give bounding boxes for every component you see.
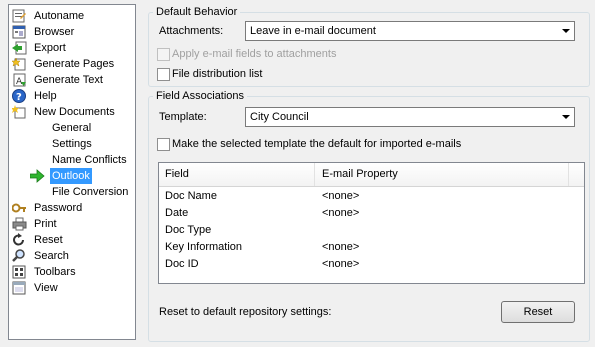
- generate-text-icon: A: [12, 73, 27, 87]
- table-cell-field: Doc Type: [165, 224, 212, 236]
- autoname-icon: [12, 9, 27, 23]
- attachments-dropdown[interactable]: Leave in e-mail document: [245, 21, 575, 41]
- tree-item-label: General: [52, 122, 92, 134]
- tree-item-label: Browser: [34, 26, 75, 38]
- table-cell-property: <none>: [322, 241, 360, 253]
- tree-item-label: Outlook: [50, 168, 92, 184]
- export-icon: [12, 41, 27, 55]
- print-icon: [12, 217, 27, 231]
- tree-item-label: Generate Pages: [34, 58, 115, 70]
- apply-fields-checkbox[interactable]: [157, 48, 170, 61]
- column-header-field[interactable]: Field: [165, 163, 189, 186]
- table-row[interactable]: Doc Name <none>: [159, 188, 584, 205]
- tree-item-label: Search: [34, 250, 69, 262]
- field-associations-title: Field Associations: [153, 89, 248, 103]
- make-default-checkbox[interactable]: [157, 138, 170, 151]
- tree-item-label: Reset: [34, 234, 63, 246]
- table-cell-field: Doc Name: [165, 190, 217, 202]
- tree-item-label: New Documents: [34, 106, 115, 118]
- column-divider[interactable]: [314, 163, 315, 186]
- browser-icon: [12, 25, 27, 39]
- toolbars-icon: [12, 265, 27, 279]
- tree-item-label: Print: [34, 218, 57, 230]
- view-icon: [12, 281, 27, 295]
- column-divider[interactable]: [568, 163, 569, 186]
- field-property-table[interactable]: Field E-mail Property Doc Name <none> Da…: [158, 162, 585, 284]
- reset-button[interactable]: Reset: [501, 301, 575, 323]
- table-cell-field: Key Information: [165, 241, 243, 253]
- tree-item-label: Generate Text: [34, 74, 103, 86]
- attachments-dropdown-value: Leave in e-mail document: [250, 25, 376, 37]
- make-default-label: Make the selected template the default f…: [172, 138, 462, 150]
- template-dropdown-value: City Council: [250, 111, 309, 123]
- options-tree[interactable]: Autoname Browser Export Generate Pages A…: [8, 4, 136, 340]
- tree-item-label: Export: [34, 42, 66, 54]
- table-header: Field E-mail Property: [159, 163, 584, 187]
- reset-icon: [12, 233, 27, 247]
- green-arrow-icon: [29, 169, 45, 183]
- tree-item-label: Autoname: [34, 10, 85, 22]
- attachments-label: Attachments:: [159, 25, 224, 37]
- default-behavior-title: Default Behavior: [153, 5, 241, 19]
- table-cell-property: <none>: [322, 190, 360, 202]
- file-distribution-checkbox[interactable]: [157, 68, 170, 81]
- table-cell-property: <none>: [322, 258, 360, 270]
- tree-item-label: Help: [34, 90, 57, 102]
- generate-pages-icon: [11, 57, 27, 71]
- chevron-down-icon: [562, 29, 570, 33]
- table-row[interactable]: Key Information <none>: [159, 239, 584, 256]
- tree-item-label: Name Conflicts: [52, 154, 127, 166]
- svg-text:?: ?: [16, 92, 22, 103]
- table-cell-property: <none>: [322, 207, 360, 219]
- tree-item-label: View: [34, 282, 58, 294]
- new-documents-icon: [11, 105, 27, 119]
- table-cell-field: Doc ID: [165, 258, 199, 270]
- help-icon: ?: [12, 89, 27, 103]
- tree-item-label: Settings: [52, 138, 92, 150]
- chevron-down-icon: [562, 115, 570, 119]
- tree-item-label: Password: [34, 202, 83, 214]
- table-cell-field: Date: [165, 207, 189, 219]
- table-row[interactable]: Doc ID <none>: [159, 256, 584, 273]
- table-row[interactable]: Doc Type: [159, 222, 584, 239]
- search-icon: [12, 249, 27, 263]
- column-header-email-property[interactable]: E-mail Property: [322, 163, 398, 186]
- table-row[interactable]: Date <none>: [159, 205, 584, 222]
- tree-item-label: Toolbars: [34, 266, 76, 278]
- template-label: Template:: [159, 111, 207, 123]
- tree-item-label: File Conversion: [52, 186, 129, 198]
- apply-fields-label: Apply e-mail fields to attachments: [172, 48, 337, 60]
- file-distribution-label: File distribution list: [172, 68, 263, 80]
- template-dropdown[interactable]: City Council: [245, 107, 575, 127]
- reset-defaults-label: Reset to default repository settings:: [159, 306, 332, 318]
- password-icon: [11, 201, 27, 215]
